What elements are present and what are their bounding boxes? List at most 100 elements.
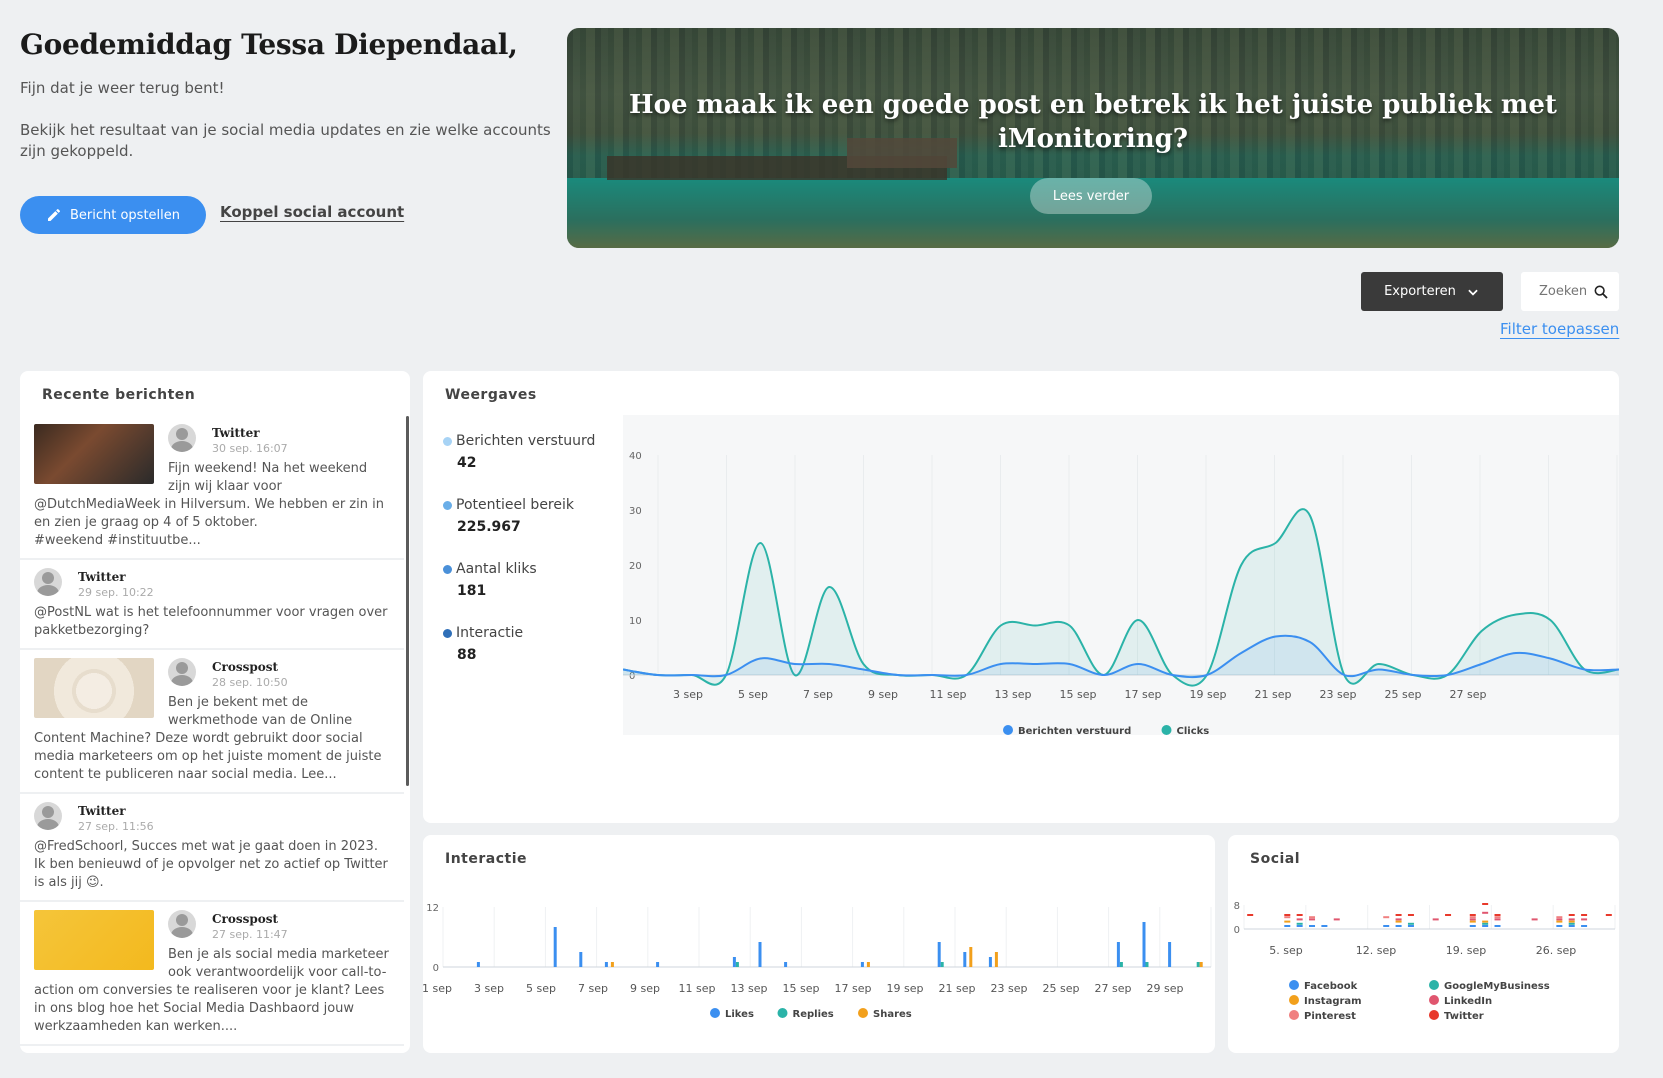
stat-value: 88 [457, 647, 477, 663]
stat-value: 181 [457, 583, 487, 599]
stat-value: 225.967 [457, 519, 521, 535]
bar-facebook [1407, 925, 1414, 927]
bar-linkedin [1333, 918, 1340, 921]
bar-shares [969, 947, 973, 967]
apply-filter-link[interactable]: Filter toepassen [1500, 320, 1619, 338]
search-input[interactable] [1537, 283, 1593, 300]
views-stat: Aantal kliks 181 [443, 561, 595, 599]
recent-post[interactable]: Crosspost 27 sep. 11:47 Ben je als social … [20, 902, 404, 1046]
bar-googlemybusiness [1296, 922, 1303, 925]
x-tick-label: 15 sep [783, 982, 820, 995]
recent-posts-title: Recente berichten [42, 387, 196, 403]
legend-marker [777, 1008, 788, 1018]
social-chart: 0 8 5. sep 12. sep 19. sep 26. sep Facebook Goo… [1234, 901, 1616, 1022]
export-dropdown-button[interactable]: Exporteren [1361, 272, 1503, 311]
legend-label: Instagram [1304, 996, 1362, 1007]
x-tick-label: 26. sep [1536, 944, 1576, 957]
bar-likes [476, 962, 480, 967]
x-tick-label: 3 sep [474, 982, 504, 995]
avatar [34, 802, 62, 830]
bar-likes [963, 952, 967, 967]
search-box[interactable] [1521, 272, 1619, 311]
views-title: Weergaves [445, 387, 537, 403]
connect-social-account-link[interactable]: Koppel social account [220, 203, 404, 221]
bar-pinterest [1494, 916, 1501, 919]
x-tick-label: 9 sep [868, 688, 898, 701]
legend-marker [1289, 980, 1299, 990]
bar-replies [1196, 962, 1200, 967]
stat-dot [443, 436, 452, 446]
stat-label: Interactie [456, 625, 524, 641]
recent-post[interactable]: Twitter 29 sep. 10:22 @PostNL wat is het t… [20, 560, 404, 650]
stat-label: Berichten verstuurd [456, 433, 596, 449]
export-label: Exporteren [1384, 284, 1456, 299]
compose-post-button[interactable]: Bericht opstellen [20, 196, 206, 234]
legend-label: Clicks [1177, 726, 1210, 737]
x-tick-label: 11 sep [930, 688, 967, 701]
y-tick-label: 12 [426, 903, 439, 914]
bar-shares [1199, 962, 1203, 967]
legend-label: GoogleMyBusiness [1444, 981, 1550, 992]
bar-facebook [1568, 925, 1575, 927]
bar-shares [994, 952, 998, 967]
x-tick-label: 7 sep [578, 982, 608, 995]
x-tick-label: 17 sep [835, 982, 872, 995]
legend-marker [710, 1008, 720, 1018]
bar-linkedin [1556, 918, 1563, 921]
views-stats: Berichten verstuurd 42 Potentieel bereik 22… [443, 433, 595, 689]
bar-googlemybusiness [1482, 922, 1489, 925]
legend-label: Pinterest [1304, 1011, 1356, 1022]
x-tick-label: 29 sep [1147, 982, 1184, 995]
bar-twitter [1469, 914, 1476, 916]
recent-post[interactable]: Twitter 30 sep. 16:07 Fijn weekend! Na het… [20, 416, 404, 560]
bar-pinterest [1383, 916, 1390, 919]
x-tick-label: 23 sep [991, 982, 1028, 995]
x-tick-label: 19. sep [1446, 944, 1486, 957]
bar-linkedin [1395, 918, 1402, 921]
read-more-button[interactable]: Lees verder [1030, 178, 1152, 214]
bar-googlemybusiness [1407, 922, 1414, 925]
legend-label: LinkedIn [1444, 996, 1492, 1007]
bar-facebook [1482, 925, 1489, 927]
legend-label: Replies [793, 1009, 834, 1020]
bar-pinterest [1309, 916, 1316, 919]
recent-post[interactable]: Twitter 27 sep. 11:56 @FredSchoorl, Succes… [20, 794, 404, 902]
legend-marker [1003, 725, 1013, 735]
x-tick-label: 25 sep [1043, 982, 1080, 995]
bar-replies [735, 962, 739, 967]
bar-facebook [1321, 925, 1328, 927]
x-tick-label: 19 sep [1190, 688, 1227, 701]
bar-likes [1116, 942, 1120, 967]
avatar [168, 424, 196, 452]
x-tick-label: 5 sep [526, 982, 556, 995]
recent-posts-list: Twitter 30 sep. 16:07 Fijn weekend! Na het… [20, 416, 404, 1046]
legend-marker [1289, 995, 1299, 1005]
bar-likes [553, 927, 557, 967]
recent-posts-scrollbar[interactable] [406, 416, 409, 786]
bar-facebook [1581, 925, 1588, 927]
x-tick-label: 13 sep [731, 982, 768, 995]
recent-post[interactable]: Crosspost 28 sep. 10:50 Ben je bekent met … [20, 650, 404, 794]
social-card: Social 0 8 5. sep 12. sep 19. sep 26. sep Face… [1228, 835, 1619, 1053]
x-tick-label: 13 sep [995, 688, 1032, 701]
bar-likes [732, 957, 736, 967]
bar-linkedin [1309, 918, 1316, 921]
bar-likes [1142, 922, 1146, 967]
bar-likes [604, 962, 608, 967]
bar-twitter [1482, 903, 1489, 905]
bar-replies [940, 962, 944, 967]
search-icon[interactable] [1593, 283, 1609, 301]
bar-twitter [1568, 914, 1575, 916]
legend-label: Berichten verstuurd [1018, 726, 1131, 737]
legend-marker [1289, 1010, 1299, 1020]
post-network: Twitter [78, 804, 126, 818]
views-stat: Berichten verstuurd 42 [443, 433, 595, 471]
stat-dot [443, 628, 452, 638]
stat-dot [443, 500, 452, 510]
bar-linkedin [1531, 918, 1538, 921]
y-tick-label: 30 [629, 506, 642, 517]
bar-twitter [1407, 914, 1414, 916]
bar-likes [784, 962, 788, 967]
bar-instagram [1284, 920, 1291, 923]
bar-twitter [1581, 914, 1588, 916]
